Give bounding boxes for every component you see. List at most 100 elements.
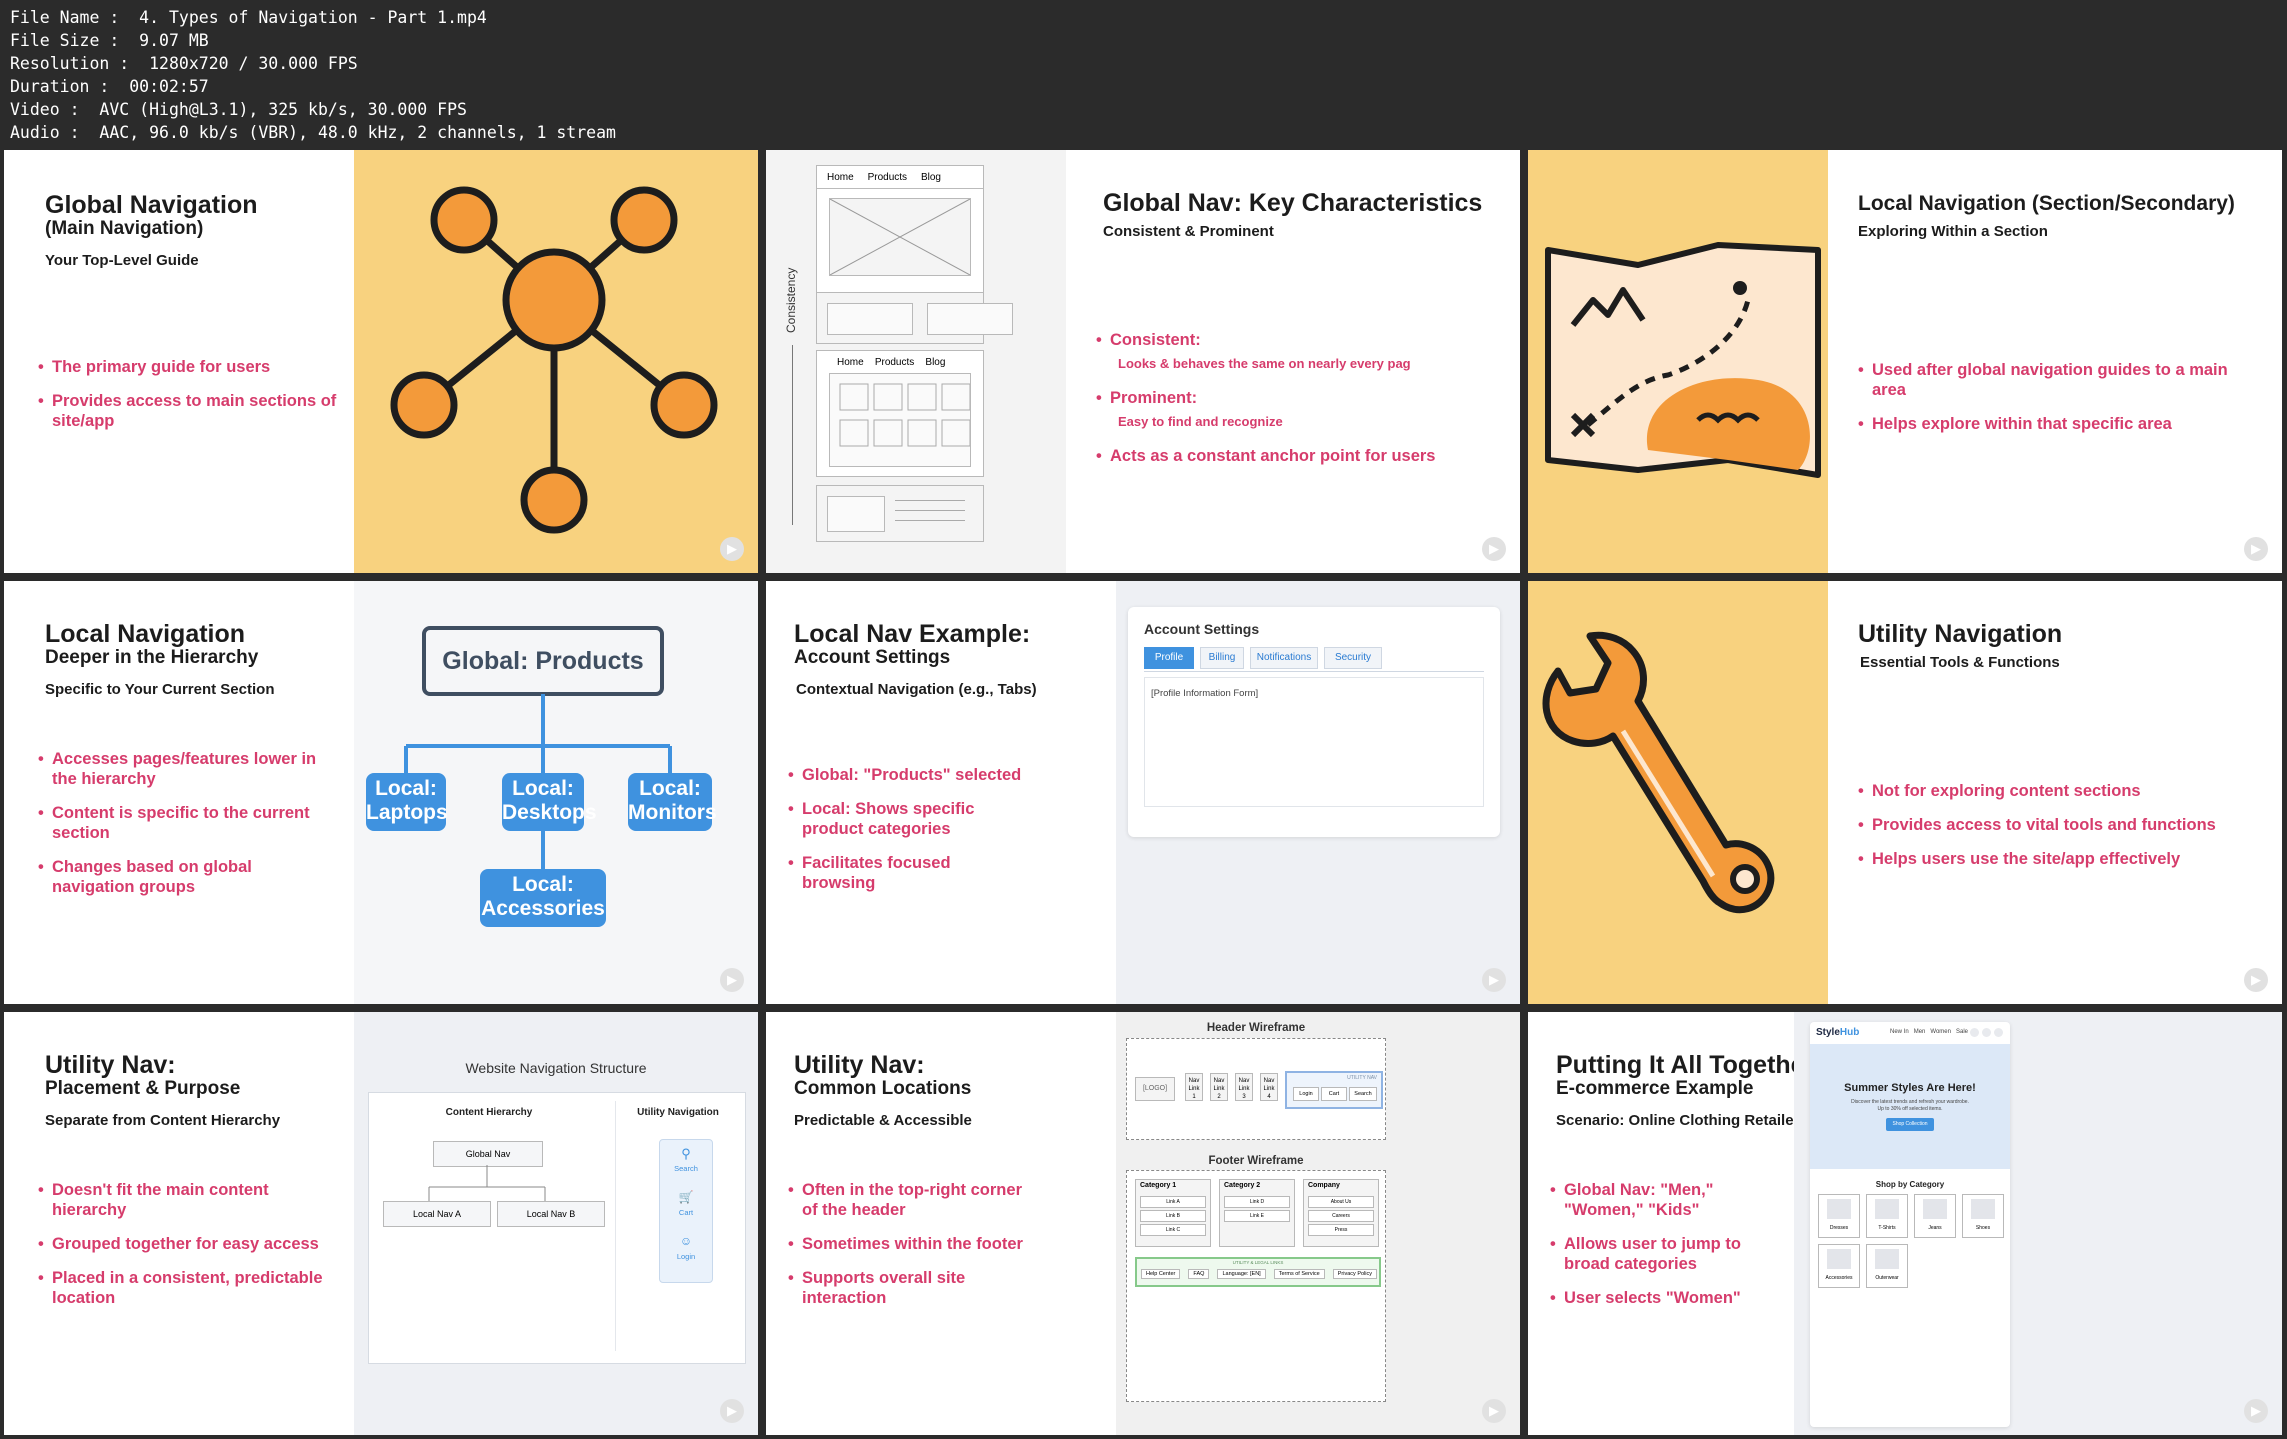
category-card[interactable]: Outerwear: [1866, 1244, 1908, 1288]
utility-label: Login: [676, 1252, 696, 1261]
thumbnail-grid: Global Navigation (Main Navigation) Your…: [4, 150, 2283, 1436]
column-heading: Utility Navigation: [637, 1107, 719, 1118]
nav-link[interactable]: Women: [1930, 1029, 1951, 1035]
bullet-list: Used after global navigation guides to a…: [1858, 360, 2258, 448]
map-icon: [1545, 242, 1821, 478]
bullet-list: The primary guide for users Provides acc…: [38, 357, 338, 445]
category-card[interactable]: Accessories: [1818, 1244, 1860, 1288]
file-info-row: File Size : 9.07 MB: [10, 31, 209, 50]
bullet-item: Provides access to main sections of site…: [38, 391, 338, 431]
nav-link[interactable]: Men: [1914, 1029, 1926, 1035]
tab-billing[interactable]: Billing: [1200, 647, 1244, 669]
wireframe-panel: Consistency Home Products Blog Home Prod…: [766, 150, 1066, 573]
play-watermark-icon: ▶: [1482, 968, 1506, 992]
play-watermark-icon: ▶: [720, 1399, 744, 1423]
tab-notifications[interactable]: Notifications: [1250, 647, 1318, 669]
utility-label: Search: [674, 1164, 698, 1173]
login-link[interactable]: Login: [1293, 1087, 1319, 1101]
slide-putting-it-together[interactable]: Putting It All Together: E-commerce Exam…: [1528, 1012, 2282, 1435]
nav-link[interactable]: New In: [1890, 1029, 1909, 1035]
slide-utility-navigation[interactable]: Utility Navigation Essential Tools & Fun…: [1528, 581, 2282, 1004]
search-link[interactable]: Search: [1349, 1087, 1377, 1101]
bullet-item: Consistent:Looks & behaves the same on n…: [1096, 330, 1516, 374]
bullet-item: Used after global navigation guides to a…: [1858, 360, 2258, 400]
slide-global-navigation[interactable]: Global Navigation (Main Navigation) Your…: [4, 150, 758, 573]
slide-local-navigation-hierarchy[interactable]: Local Navigation Deeper in the Hierarchy…: [4, 581, 758, 1004]
play-watermark-icon: ▶: [720, 537, 744, 561]
local-node: Local: Accessories: [480, 869, 606, 927]
bullet-item: Supports overall site interaction: [788, 1268, 1028, 1308]
slide-title: Local Navigation: [45, 620, 246, 648]
bullet-item: Facilitates focused browsing: [788, 853, 1028, 893]
bullet-item: Accesses pages/features lower in the hie…: [38, 749, 338, 789]
hero-text: Discover the latest trends and refresh y…: [1851, 1099, 1969, 1105]
category-card[interactable]: Dresses: [1818, 1194, 1860, 1238]
slide-utility-nav-locations[interactable]: Utility Nav: Common Locations Predictabl…: [766, 1012, 1520, 1435]
logo-placeholder: [LOGO]: [1135, 1077, 1175, 1101]
wireframe-page: Home Products Blog: [816, 350, 984, 477]
legal-link[interactable]: FAQ: [1188, 1269, 1210, 1279]
play-watermark-icon: ▶: [1482, 1399, 1506, 1423]
wrench-icon: [1542, 631, 1775, 914]
illustration-panel: [1528, 581, 1828, 1004]
file-info-row: Duration : 00:02:57: [10, 77, 209, 96]
bullet-item: Helps users use the site/app effectively: [1858, 849, 2268, 869]
tab-security[interactable]: Security: [1324, 647, 1382, 669]
slide-title: Global Navigation: [45, 191, 258, 219]
header-wireframe: [LOGO] Nav Link 1 Nav Link 2 Nav Link 3 Nav…: [1126, 1038, 1386, 1140]
structure-diagram: Website Navigation Structure Content Hie…: [354, 1012, 758, 1435]
slide-tagline: Essential Tools & Functions: [1860, 654, 2060, 671]
local-nav-node: Local Nav B: [497, 1201, 605, 1227]
legal-link[interactable]: Privacy Policy: [1332, 1269, 1377, 1279]
slide-title: Local Navigation (Section/Secondary): [1858, 192, 2235, 215]
cart-link[interactable]: Cart: [1321, 1087, 1347, 1101]
network-hub-icon: [390, 186, 718, 534]
bullet-item: Grouped together for easy access: [38, 1234, 338, 1254]
bullet-item: Placed in a consistent, predictable loca…: [38, 1268, 338, 1308]
diagram-title: Website Navigation Structure: [465, 1060, 647, 1076]
shop-collection-button[interactable]: Shop Collection: [1886, 1118, 1934, 1131]
legal-link[interactable]: Terms of Service: [1273, 1269, 1325, 1279]
hero-banner: Summer Styles Are Here! Discover the lat…: [1810, 1044, 2010, 1169]
nav-link-box: Nav Link 2: [1210, 1073, 1228, 1101]
slide-tagline: Exploring Within a Section: [1858, 223, 2048, 240]
cart-icon[interactable]: 🛒: [660, 1190, 712, 1204]
play-watermark-icon: ▶: [720, 968, 744, 992]
footer-column: Company About Us Careers Press: [1303, 1179, 1379, 1247]
grid-placeholder: [829, 373, 971, 467]
hierarchy-diagram: Global: Products Local: Laptops Local: Des…: [354, 581, 758, 1004]
file-info-row: File Name : 4. Types of Navigation - Par…: [10, 8, 487, 27]
user-icon[interactable]: ☺: [660, 1234, 712, 1248]
storefront-mockup: StyleHub New In Men Women Sale Summer St…: [1794, 1012, 2282, 1435]
footer-column: Category 1 Link A Link B Link C: [1135, 1179, 1211, 1247]
category-card[interactable]: T-Shirts: [1866, 1194, 1908, 1238]
nav-link[interactable]: Sale: [1956, 1029, 1968, 1035]
category-card[interactable]: Shoes: [1962, 1194, 2004, 1238]
cart-icon[interactable]: [1994, 1028, 2003, 1037]
file-info-row: Video : AVC (High@L3.1), 325 kb/s, 30.00…: [10, 100, 467, 119]
search-icon[interactable]: ⚲: [660, 1146, 712, 1162]
bullet-item: Provides access to vital tools and funct…: [1858, 815, 2268, 835]
account-settings-card: Account Settings Profile Billing Notific…: [1128, 607, 1500, 837]
slide-local-navigation-section[interactable]: Local Navigation (Section/Secondary) Exp…: [1528, 150, 2282, 573]
legal-link[interactable]: Language: [EN]: [1217, 1269, 1266, 1279]
slide-subtitle: (Main Navigation): [45, 218, 204, 239]
search-icon[interactable]: [1970, 1028, 1979, 1037]
legal-link[interactable]: Help Center: [1141, 1269, 1181, 1279]
bullet-item: Local: Shows specific product categories: [788, 799, 1028, 839]
form-label: [Profile Information Form]: [1151, 688, 1259, 699]
bullet-list: Not for exploring content sections Provi…: [1858, 781, 2268, 883]
nav-link-box: Nav Link 1: [1185, 1073, 1203, 1101]
category-card[interactable]: Jeans: [1914, 1194, 1956, 1238]
slide-key-characteristics[interactable]: Consistency Home Products Blog Home Prod…: [766, 150, 1520, 573]
tab-profile[interactable]: Profile: [1144, 647, 1194, 669]
hero-text: Up to 30% off selected items.: [1877, 1106, 1943, 1112]
slide-subtitle: Placement & Purpose: [45, 1078, 241, 1099]
profile-form: [Profile Information Form]: [1144, 677, 1484, 807]
slide-utility-nav-placement[interactable]: Utility Nav: Placement & Purpose Separat…: [4, 1012, 758, 1435]
user-icon[interactable]: [1982, 1028, 1991, 1037]
slide-local-nav-example[interactable]: Local Nav Example: Account Settings Cont…: [766, 581, 1520, 1004]
wireframe-nav: Home Products Blog: [827, 172, 941, 183]
bullet-item: Often in the top-right corner of the hea…: [788, 1180, 1028, 1220]
brand-logo[interactable]: StyleHub: [1816, 1027, 1859, 1038]
